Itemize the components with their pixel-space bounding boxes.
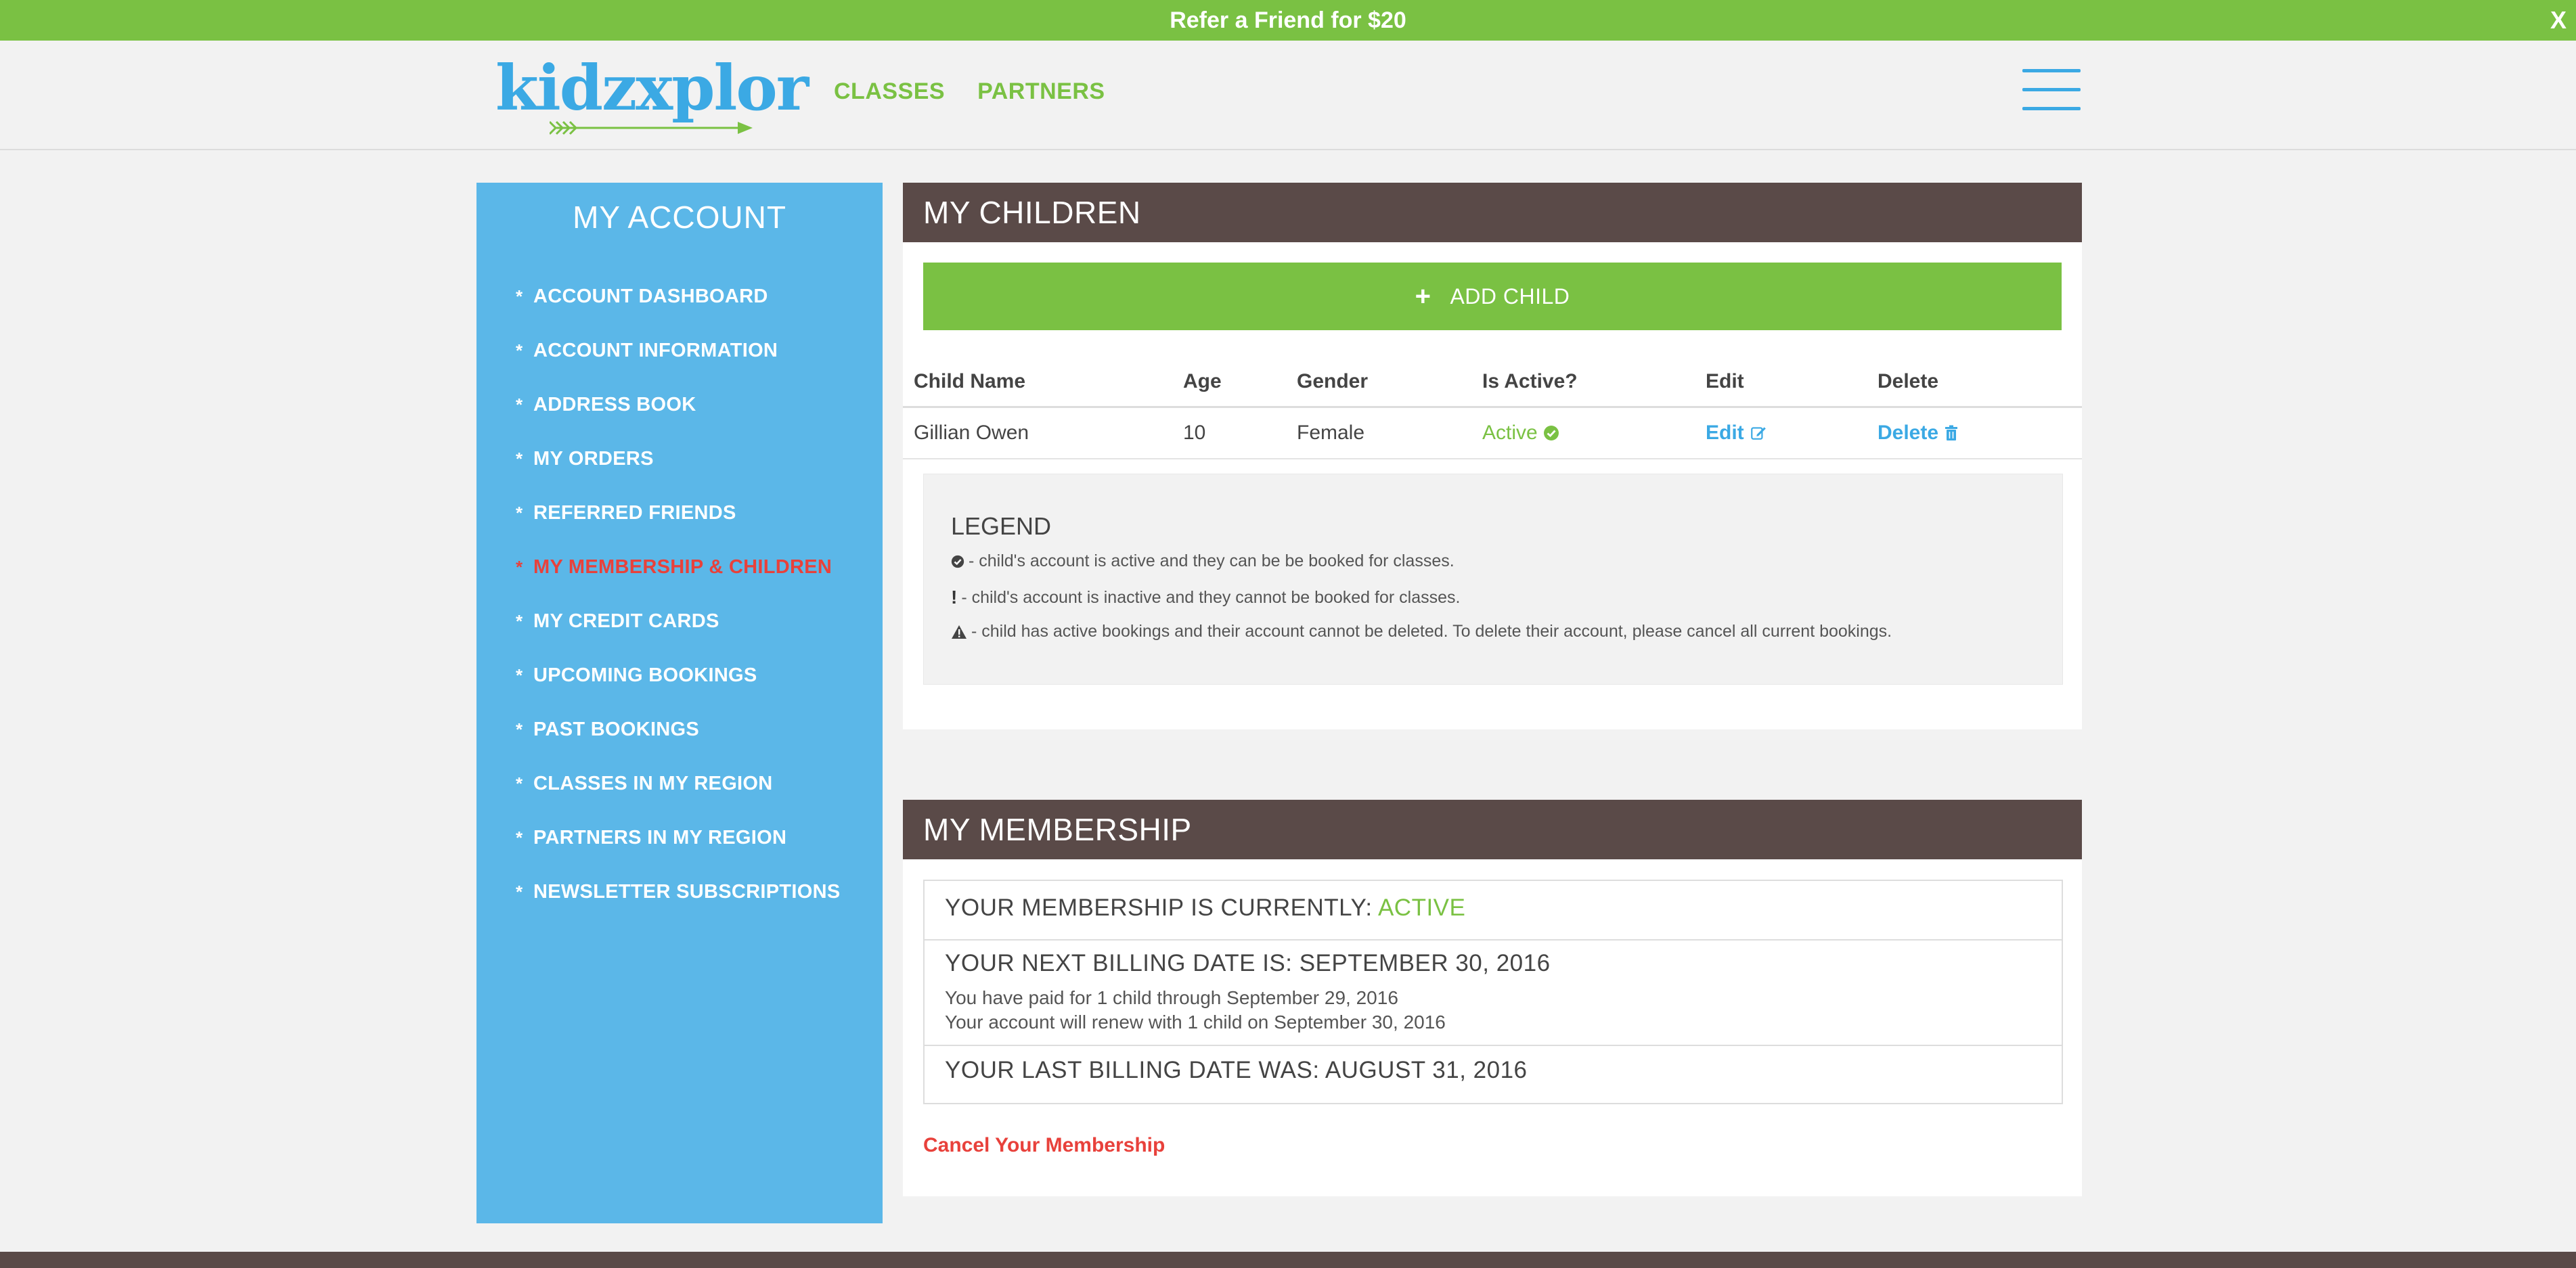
- sidebar-item-partners-region[interactable]: * PARTNERS IN MY REGION: [516, 825, 841, 880]
- promo-banner[interactable]: Refer a Friend for $20 X: [0, 0, 2576, 41]
- site-logo[interactable]: kidzxplor: [495, 55, 809, 135]
- cancel-membership-link[interactable]: Cancel Your Membership: [923, 1134, 1165, 1157]
- sidebar-item-upcoming-bookings[interactable]: * UPCOMING BOOKINGS: [516, 663, 841, 717]
- bullet-icon: *: [516, 557, 523, 577]
- children-table: Child Name Age Gender Is Active? Edit De…: [903, 357, 2082, 459]
- promo-close-button[interactable]: X: [2550, 6, 2567, 35]
- bullet-icon: *: [516, 719, 523, 740]
- legend-box: LEGEND - child's account is active and t…: [923, 474, 2063, 685]
- bullet-icon: *: [516, 286, 523, 307]
- sidebar-item-account-information[interactable]: * ACCOUNT INFORMATION: [516, 338, 841, 392]
- col-child-name: Child Name: [914, 370, 1026, 392]
- last-billing-box: YOUR LAST BILLING DATE WAS: AUGUST 31, 2…: [923, 1045, 2063, 1104]
- warning-icon: [952, 625, 967, 639]
- membership-status-box: YOUR MEMBERSHIP IS CURRENTLY: ACTIVE: [923, 880, 2063, 941]
- child-age: 10: [1183, 422, 1206, 444]
- my-children-title: MY CHILDREN: [903, 183, 2082, 242]
- my-membership-title: MY MEMBERSHIP: [903, 800, 2082, 859]
- legend-inactive: ! - child's account is inactive and they…: [951, 587, 1461, 608]
- sidebar-item-address-book[interactable]: * ADDRESS BOOK: [516, 392, 841, 447]
- exclamation-icon: !: [951, 587, 958, 608]
- bullet-icon: *: [516, 394, 523, 415]
- bullet-icon: *: [516, 503, 523, 523]
- legend-title: LEGEND: [951, 512, 1052, 540]
- footer-bar: [0, 1252, 2576, 1268]
- last-billing-date: YOUR LAST BILLING DATE WAS: AUGUST 31, 2…: [945, 1057, 1528, 1083]
- membership-status: YOUR MEMBERSHIP IS CURRENTLY: ACTIVE: [945, 895, 1466, 921]
- edit-icon: [1750, 427, 1766, 440]
- sidebar-item-referred-friends[interactable]: * REFERRED FRIENDS: [516, 501, 841, 555]
- membership-status-value: ACTIVE: [1377, 895, 1466, 921]
- col-is-active: Is Active?: [1482, 370, 1578, 392]
- add-child-label: ADD CHILD: [1450, 284, 1570, 309]
- sidebar-item-credit-cards[interactable]: * MY CREDIT CARDS: [516, 609, 841, 663]
- sidebar-menu: * ACCOUNT DASHBOARD * ACCOUNT INFORMATION …: [516, 284, 841, 934]
- renewal-text: Your account will renew with 1 child on …: [945, 1012, 1446, 1033]
- child-active-status: Active: [1482, 408, 1559, 458]
- sidebar-item-classes-region[interactable]: * CLASSES IN MY REGION: [516, 771, 841, 825]
- nav-partners[interactable]: PARTNERS: [977, 78, 1105, 105]
- bullet-icon: *: [516, 449, 523, 469]
- plus-icon: +: [1415, 281, 1431, 311]
- legend-bookings: - child has active bookings and their ac…: [951, 622, 1892, 641]
- edit-child-link[interactable]: Edit: [1706, 408, 1767, 458]
- hamburger-menu-icon[interactable]: [2022, 68, 2081, 112]
- paid-through-text: You have paid for 1 child through Septem…: [945, 987, 1398, 1008]
- promo-text[interactable]: Refer a Friend for $20: [1170, 7, 1406, 34]
- bullet-icon: *: [516, 773, 523, 794]
- next-billing-date: YOUR NEXT BILLING DATE IS: SEPTEMBER 30,…: [945, 950, 1551, 976]
- check-circle-icon: [951, 555, 964, 568]
- bullet-icon: *: [516, 340, 523, 361]
- sidebar-title: MY ACCOUNT: [573, 200, 786, 235]
- delete-child-link[interactable]: Delete: [1878, 408, 1959, 458]
- col-delete: Delete: [1878, 370, 1939, 392]
- logo-wordmark: kidzxplor: [495, 51, 809, 124]
- sidebar-item-account-dashboard[interactable]: * ACCOUNT DASHBOARD: [516, 284, 841, 338]
- table-header-row: Child Name Age Gender Is Active? Edit De…: [903, 357, 2082, 408]
- col-age: Age: [1183, 370, 1222, 392]
- account-sidebar: MY ACCOUNT * ACCOUNT DASHBOARD * ACCOUNT I…: [476, 183, 883, 1223]
- my-children-panel: MY CHILDREN + ADD CHILD Child Name Age G…: [903, 183, 2082, 729]
- child-name: Gillian Owen: [914, 422, 1029, 444]
- add-child-button[interactable]: + ADD CHILD: [923, 263, 2062, 330]
- next-billing-box: YOUR NEXT BILLING DATE IS: SEPTEMBER 30,…: [923, 938, 2063, 1046]
- legend-active: - child's account is active and they can…: [951, 551, 1454, 571]
- table-row: Gillian Owen 10 Female Active Edit Delet…: [903, 408, 2082, 459]
- main-nav: CLASSES PARTNERS: [834, 78, 1105, 105]
- trash-icon: [1945, 425, 1958, 440]
- child-gender: Female: [1297, 422, 1365, 444]
- my-membership-panel: MY MEMBERSHIP YOUR MEMBERSHIP IS CURRENT…: [903, 800, 2082, 1196]
- sidebar-item-newsletter[interactable]: * NEWSLETTER SUBSCRIPTIONS: [516, 880, 841, 934]
- check-circle-icon: [1543, 426, 1559, 440]
- bullet-icon: *: [516, 828, 523, 848]
- logo-arrow-icon: [550, 120, 753, 135]
- sidebar-item-membership-children[interactable]: * MY MEMBERSHIP & CHILDREN: [516, 555, 841, 609]
- bullet-icon: *: [516, 611, 523, 631]
- bullet-icon: *: [516, 882, 523, 902]
- sidebar-item-past-bookings[interactable]: * PAST BOOKINGS: [516, 717, 841, 771]
- col-gender: Gender: [1297, 370, 1369, 392]
- sidebar-item-my-orders[interactable]: * MY ORDERS: [516, 447, 841, 501]
- col-edit: Edit: [1706, 370, 1744, 392]
- bullet-icon: *: [516, 665, 523, 685]
- site-header: kidzxplor CLASSES PARTNERS: [0, 41, 2576, 150]
- nav-classes[interactable]: CLASSES: [834, 78, 945, 105]
